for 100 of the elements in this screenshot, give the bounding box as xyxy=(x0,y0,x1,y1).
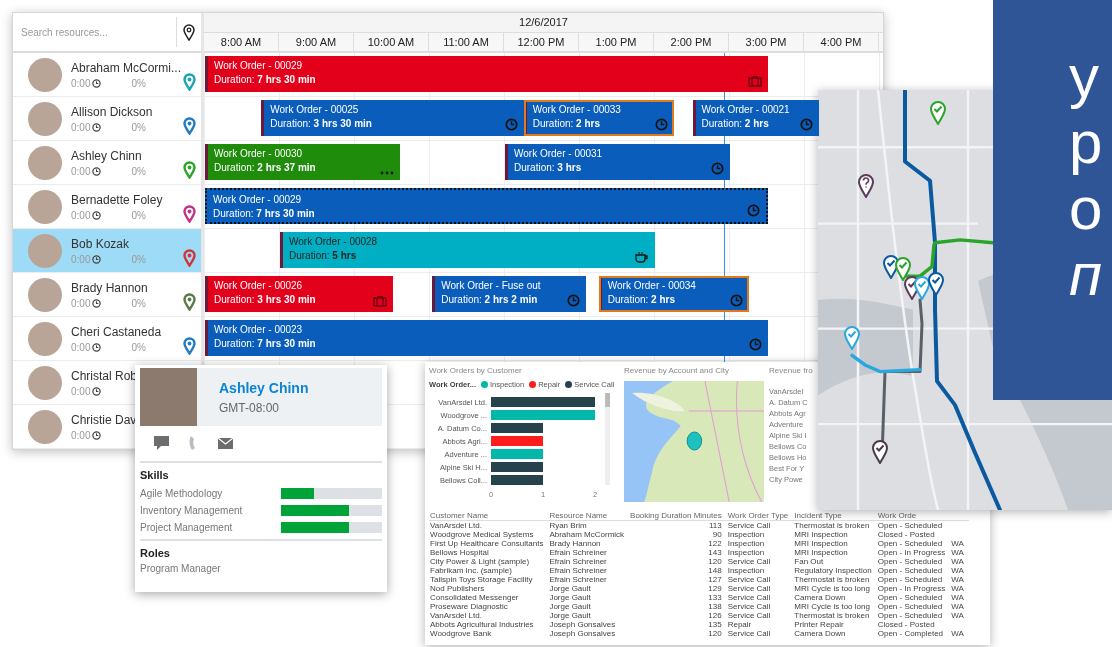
check-pin-icon[interactable] xyxy=(930,101,946,126)
chart-title: Revenue by Account and City xyxy=(624,366,730,377)
booking-title: Work Order - 00029 xyxy=(214,59,303,73)
location-pin-icon[interactable] xyxy=(183,205,196,223)
booking-block[interactable]: Work Order - 00023 Duration: 7 hrs 30 min xyxy=(205,320,768,356)
table-cell: 135 xyxy=(708,620,722,629)
avatar xyxy=(28,57,62,92)
map-pin-icon[interactable] xyxy=(183,23,195,41)
check-pin-icon[interactable] xyxy=(895,257,911,282)
booking-title: Work Order - 00021 xyxy=(701,103,790,117)
hour-label: 11:00 AM xyxy=(429,32,504,51)
table-cell: Efrain Schreiner xyxy=(549,548,607,557)
resource-row[interactable]: Abraham McCormi... 0:00 0% xyxy=(13,53,201,97)
search-field[interactable]: Search resources... xyxy=(13,17,177,47)
table-cell: 143 xyxy=(708,548,722,557)
table-cell: Service Call xyxy=(727,602,771,611)
hours-text: 0:00 xyxy=(71,253,91,265)
question-pin-icon[interactable] xyxy=(858,173,874,198)
column-header[interactable]: Booking Duration Minutes xyxy=(630,510,722,520)
section-heading: Roles xyxy=(140,547,171,559)
chart-title: Revenue fro xyxy=(769,366,814,377)
scrollbar[interactable] xyxy=(605,393,610,485)
booking-block[interactable]: Work Order - 00031 Duration: 3 hrs xyxy=(505,144,730,180)
column-header[interactable]: Customer Name xyxy=(430,510,489,520)
table-cell: Service Call xyxy=(727,629,771,638)
table-cell: MRI Inspection xyxy=(794,530,848,539)
booking-block[interactable]: Work Order - 00030 Duration: 2 hrs 37 min xyxy=(205,144,400,180)
location-pin-icon[interactable] xyxy=(183,293,196,311)
table-cell: Consolidated Messenger xyxy=(430,593,519,602)
hour-label: 3:00 PM xyxy=(729,32,804,51)
booking-title: Work Order - 00023 xyxy=(214,323,303,337)
booking-duration: Duration: 3 hrs 30 min xyxy=(270,117,372,131)
person-name[interactable]: Ashley Chinn xyxy=(219,379,309,396)
resource-row[interactable]: Cheri Castaneda 0:00 0% xyxy=(13,317,201,361)
table-cell: Printer Repair xyxy=(794,620,844,629)
more-icon[interactable] xyxy=(380,171,394,175)
resource-row[interactable]: Allison Dickson 0:00 0% xyxy=(13,97,201,141)
date-header: 12/6/2017 xyxy=(204,13,883,33)
column-header[interactable]: Work Order Type xyxy=(727,510,789,520)
table-cell: Woodgrove Bank xyxy=(430,629,492,638)
utilization-text: 0% xyxy=(131,253,146,265)
column-header[interactable]: Work Orde xyxy=(877,510,917,520)
booking-block[interactable]: Work Order - 00029 Duration: 7 hrs 30 min xyxy=(205,188,768,224)
avatar xyxy=(28,277,62,312)
table-cell: 122 xyxy=(708,539,722,548)
hour-label: 10:00 AM xyxy=(354,32,429,51)
location-pin-icon[interactable] xyxy=(183,117,196,135)
table-cell: Thermostat is broken xyxy=(794,611,870,620)
avatar xyxy=(28,145,62,180)
check-pin-icon[interactable] xyxy=(844,325,860,350)
location-pin-icon[interactable] xyxy=(183,337,196,355)
booking-block[interactable]: Work Order - Fuse out Duration: 2 hrs 2 min xyxy=(432,276,586,312)
resource-row[interactable]: Bob Kozak 0:00 0% xyxy=(13,229,201,273)
slide-text: п xyxy=(1069,242,1104,308)
table-cell: MRI Cycle is too long xyxy=(794,602,870,611)
avatar xyxy=(28,409,62,444)
hours-text: 0:00 xyxy=(71,385,91,397)
booking-title: Work Order - Fuse out xyxy=(441,279,541,293)
booking-block[interactable]: Work Order - 00029 Duration: 7 hrs 30 min xyxy=(205,56,768,92)
chat-icon[interactable] xyxy=(154,436,169,450)
table-cell: Open - Scheduled xyxy=(877,566,943,575)
resource-row[interactable]: Brady Hannon 0:00 0% xyxy=(13,273,201,317)
chart-title: Work Orders by Customer xyxy=(429,366,523,377)
hours-text: 0:00 xyxy=(71,429,91,441)
column-header[interactable]: Resource Name xyxy=(549,510,608,520)
photo-placeholder xyxy=(140,368,197,426)
table-cell: WA xyxy=(951,557,964,566)
location-pin-icon[interactable] xyxy=(183,161,196,179)
check-pin-icon[interactable] xyxy=(928,272,944,297)
booking-block[interactable]: Work Order - 00025 Duration: 3 hrs 30 min xyxy=(261,100,524,136)
table-cell: Service Call xyxy=(727,557,771,566)
table-cell: WA xyxy=(951,629,964,638)
hour-label: 12:00 PM xyxy=(504,32,579,51)
booking-block[interactable]: Work Order - 00021 Duration: 2 hrs xyxy=(692,100,819,136)
booking-title: Work Order - 00029 xyxy=(213,193,302,207)
check-pin-icon[interactable] xyxy=(872,439,888,464)
table-cell: WA xyxy=(951,539,964,548)
mail-icon[interactable] xyxy=(218,437,233,449)
location-pin-icon[interactable] xyxy=(183,249,196,267)
booking-block[interactable]: Work Order - 00028 Duration: 5 hrs xyxy=(280,232,655,268)
utilization-text: 0% xyxy=(131,165,146,177)
table-cell: Open - Scheduled xyxy=(877,593,943,602)
column-header[interactable]: Incident Type xyxy=(794,510,842,520)
booking-duration: Duration: 2 hrs 2 min xyxy=(441,293,538,307)
table-cell: Jorge Gault xyxy=(549,584,591,593)
table-cell: Repair xyxy=(727,620,752,629)
resource-name: Bob Kozak xyxy=(71,236,131,251)
table-cell: Jorge Gault xyxy=(549,593,591,602)
hours-text: 0:00 xyxy=(71,77,91,89)
table-cell: 113 xyxy=(708,521,722,530)
table-cell: Open - Scheduled xyxy=(877,575,943,584)
booking-block[interactable]: Work Order - 00034 Duration: 2 hrs xyxy=(598,276,749,312)
briefcase-icon xyxy=(747,75,762,87)
booking-block[interactable]: Work Order - 00033 Duration: 2 hrs xyxy=(523,100,674,136)
check-pin-icon[interactable] xyxy=(914,276,930,301)
table-cell: VanArsdel Ltd. xyxy=(430,521,482,530)
location-pin-icon[interactable] xyxy=(183,73,196,91)
booking-block[interactable]: Work Order - 00026 Duration: 3 hrs 30 min xyxy=(205,276,393,312)
resource-row[interactable]: Ashley Chinn 0:00 0% xyxy=(13,141,201,185)
table-cell: 148 xyxy=(708,566,722,575)
